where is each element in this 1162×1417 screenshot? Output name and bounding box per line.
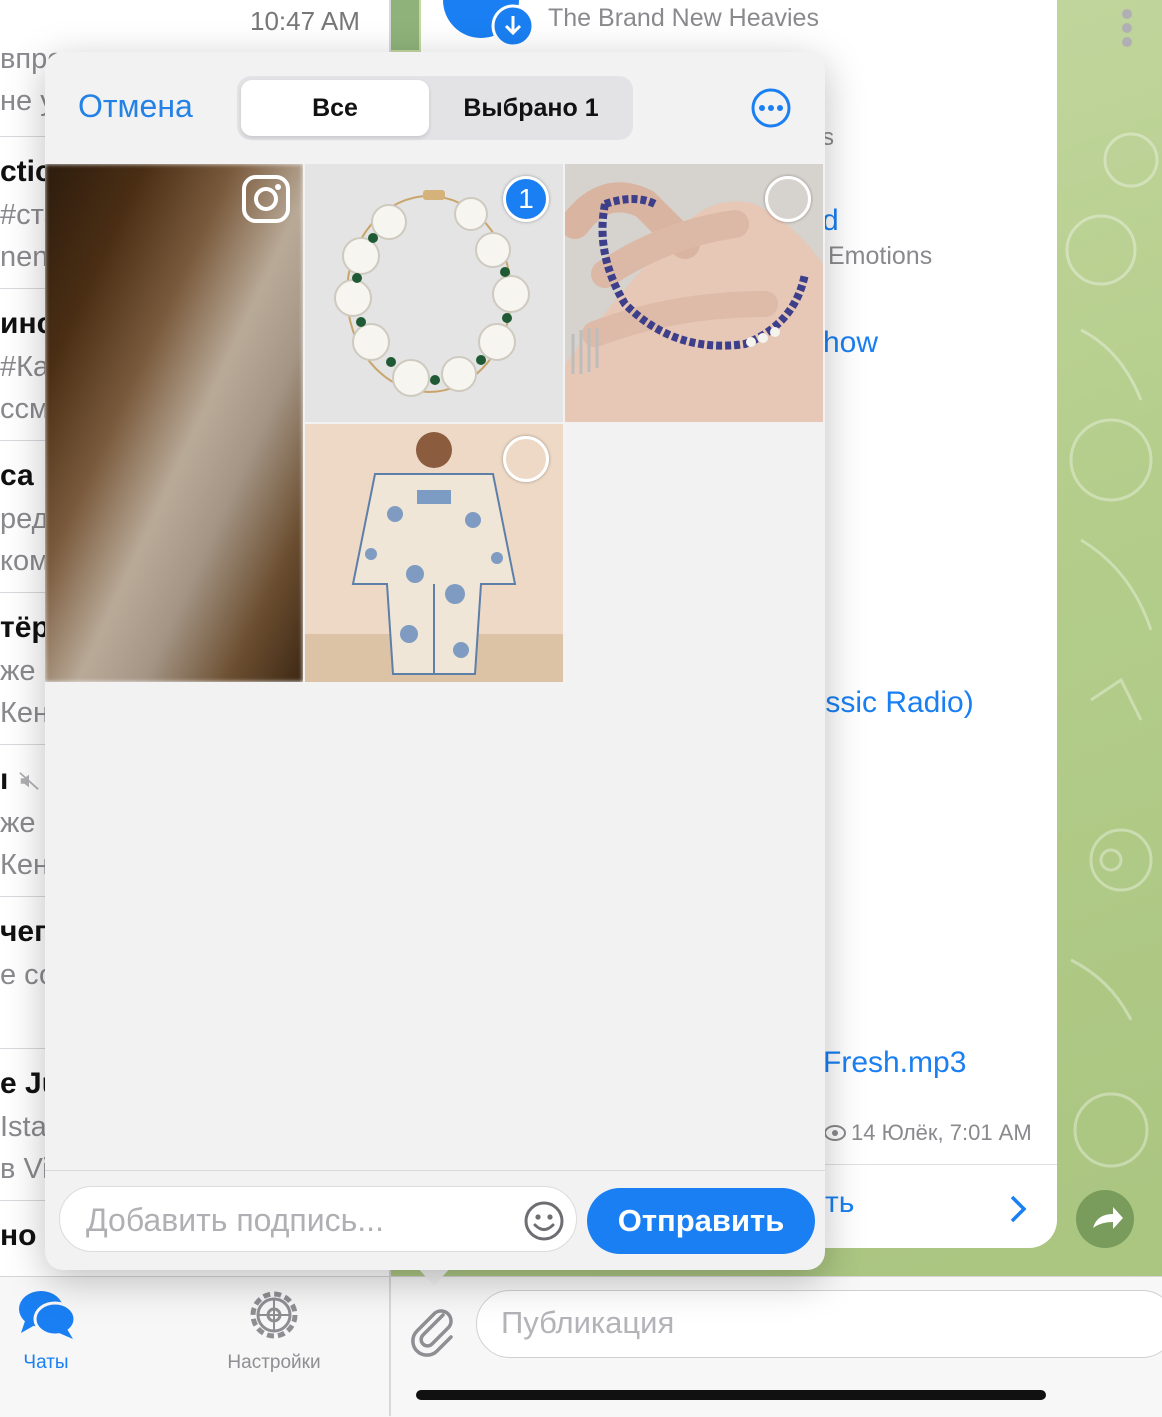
chat-preview-line: Кен xyxy=(0,697,50,729)
chat-preview-line: же xyxy=(0,655,36,687)
message-input[interactable]: Публикация xyxy=(476,1290,1162,1358)
segment-all[interactable]: Все xyxy=(241,80,429,136)
chat-title: чег xyxy=(0,915,47,948)
cancel-button[interactable]: Отмена xyxy=(78,88,193,125)
forward-button[interactable] xyxy=(1076,1190,1134,1248)
chat-title-text: ı xyxy=(0,763,9,796)
photo-thumbnail-blue-bracelet[interactable] xyxy=(565,164,823,422)
chat-title: са xyxy=(0,459,34,492)
caption-field xyxy=(59,1186,577,1253)
paperclip-icon[interactable] xyxy=(407,1301,457,1357)
gear-icon xyxy=(250,1291,298,1339)
more-vertical-icon[interactable] xyxy=(1121,8,1133,48)
chat-preview-line: в Vi xyxy=(0,1153,49,1185)
link-fragment[interactable]: ıssic Radio) xyxy=(817,686,974,720)
link-fragment[interactable]: ть xyxy=(825,1186,854,1220)
text-fragment: Emotions xyxy=(828,242,933,270)
chat-preview-line: Ista xyxy=(0,1111,47,1143)
segment-selected[interactable]: Выбрано 1 xyxy=(433,80,629,136)
selection-badge[interactable]: 1 xyxy=(503,176,549,222)
chat-preview-line: ком xyxy=(0,545,50,577)
chat-bubbles-icon xyxy=(19,1291,77,1339)
caption-input[interactable] xyxy=(84,1187,508,1253)
photo-thumbnail-blurred[interactable] xyxy=(45,164,303,682)
muted-speaker-icon xyxy=(19,772,40,791)
chat-preview-line: ссм xyxy=(0,393,49,425)
chat-title: тёр xyxy=(0,611,50,644)
tab-settings[interactable]: Настройки xyxy=(204,1287,344,1374)
selection-circle[interactable] xyxy=(765,176,811,222)
chat-title: ctic xyxy=(0,155,52,188)
forward-arrow-icon xyxy=(1093,1207,1123,1229)
photo-blurred-brown xyxy=(45,164,303,682)
message-input-placeholder: Публикация xyxy=(501,1305,675,1340)
home-indicator xyxy=(416,1390,1046,1400)
chat-preview-line: #Ка xyxy=(0,351,50,383)
instagram-icon xyxy=(242,175,290,223)
link-fragment[interactable]: how xyxy=(823,326,878,360)
chat-preview-line: ред xyxy=(0,503,49,535)
bubble-separator xyxy=(821,1164,1057,1165)
audio-performer: The Brand New Heavies xyxy=(548,4,819,32)
chevron-right-icon[interactable] xyxy=(1007,1194,1029,1224)
photo-thumbnail-kimono-outfit[interactable] xyxy=(305,424,563,682)
tab-chats[interactable]: Чаты xyxy=(0,1287,116,1374)
emoji-icon[interactable] xyxy=(524,1201,564,1241)
footer-divider xyxy=(45,1170,825,1171)
eye-icon xyxy=(824,1125,846,1141)
green-accent-strip xyxy=(391,0,419,50)
audio-download-icon xyxy=(443,0,535,48)
photo-picker-popover: Отмена Все Выбрано 1 1 Добавить подпись.… xyxy=(45,52,825,1270)
tab-bar: Чаты Настройки xyxy=(0,1276,389,1417)
link-fragment[interactable]: Fresh.mp3 xyxy=(823,1046,966,1080)
views-date: 14 Юлёк, 7:01 AM xyxy=(851,1120,1032,1145)
tab-chats-label: Чаты xyxy=(23,1352,69,1373)
selection-circle[interactable] xyxy=(503,436,549,482)
more-options-icon[interactable] xyxy=(751,88,791,128)
chat-preview-line: Кен xyxy=(0,849,50,881)
chat-title: ı xyxy=(0,763,40,797)
chat-preview-line: же xyxy=(0,807,36,839)
segment-control: Все Выбрано 1 xyxy=(237,76,633,140)
send-button[interactable]: Отправить xyxy=(587,1188,815,1254)
tab-settings-label: Настройки xyxy=(227,1352,321,1373)
photo-thumbnail-pearl-bracelet[interactable]: 1 xyxy=(305,164,563,422)
